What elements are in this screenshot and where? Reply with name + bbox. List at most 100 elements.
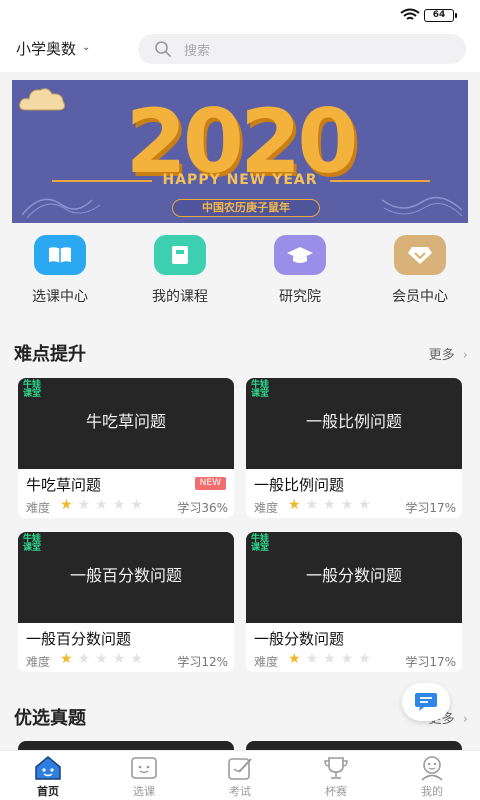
exam-icon xyxy=(228,758,252,780)
course-name: 一般比例问题 xyxy=(254,476,345,494)
star-empty-icon: ★ xyxy=(95,497,108,513)
status-bar: 64 xyxy=(0,0,480,30)
quick-link-my-courses[interactable]: 我的课程 xyxy=(120,230,240,314)
star-filled-icon: ★ xyxy=(60,651,73,667)
more-label: 更多 xyxy=(428,348,455,363)
star-empty-icon: ★ xyxy=(77,651,91,667)
tab-label: 首页 xyxy=(37,785,59,798)
chat-icon xyxy=(415,693,437,711)
tab-cup-contest[interactable]: 杯赛 xyxy=(288,751,384,800)
search-input[interactable]: 搜索 xyxy=(138,34,466,64)
chat-button[interactable] xyxy=(402,683,450,721)
chevron-down-icon: ⌄ xyxy=(82,42,91,53)
star-empty-icon: ★ xyxy=(130,651,143,667)
tab-label: 考试 xyxy=(229,785,251,798)
difficulty-label: 难度 xyxy=(26,501,51,515)
home-icon xyxy=(35,756,61,780)
difficulty-rating: ★ ★ ★ ★ ★ xyxy=(60,497,143,513)
profile-icon xyxy=(421,756,443,781)
course-card[interactable]: 牛娃课堂 一般比例问题 一般比例问题 难度 ★ ★ ★ ★ ★ 学习17% xyxy=(246,378,462,518)
battery-indicator: 64 xyxy=(424,9,457,22)
difficulty-rating: ★ ★ ★ ★ ★ xyxy=(60,651,143,667)
course-card[interactable]: 牛娃课堂 一般分数问题 一般分数问题 难度 ★ ★ ★ ★ ★ 学习17% xyxy=(246,532,462,672)
course-card[interactable]: 牛娃课堂 一般百分数问题 一般百分数问题 难度 ★ ★ ★ ★ ★ 学习12% xyxy=(18,532,234,672)
chevron-right-icon: › xyxy=(462,348,468,363)
graduation-cap-icon xyxy=(274,235,326,275)
course-thumbnail: 牛娃课堂 一般百分数问题 xyxy=(18,532,234,623)
course-progress: 学习12% xyxy=(177,655,228,669)
quick-links: 选课中心 我的课程 研究院 会员中心 xyxy=(0,230,480,314)
course-progress: 学习36% xyxy=(177,501,228,515)
star-empty-icon: ★ xyxy=(112,497,126,513)
quick-link-label: 会员中心 xyxy=(392,289,448,305)
difficulty-rating: ★ ★ ★ ★ ★ xyxy=(288,497,371,513)
course-progress: 学习17% xyxy=(405,501,456,515)
course-logo: 牛娃课堂 xyxy=(23,380,42,399)
course-name: 一般百分数问题 xyxy=(26,630,132,648)
search-icon xyxy=(155,41,171,57)
course-name: 一般分数问题 xyxy=(254,630,345,648)
top-bar: 小学奥数 ⌄ 搜索 xyxy=(0,30,480,72)
star-empty-icon: ★ xyxy=(340,497,354,513)
quick-link-label: 研究院 xyxy=(279,289,321,305)
course-thumbnail: 牛娃课堂 牛吃草问题 xyxy=(18,378,234,469)
star-empty-icon: ★ xyxy=(130,497,143,513)
banner-headline: HAPPY NEW YEAR xyxy=(162,172,318,188)
star-empty-icon: ★ xyxy=(358,497,371,513)
course-thumbnail: 牛娃课堂 一般比例问题 xyxy=(246,378,462,469)
notebook-icon xyxy=(154,235,206,275)
course-logo: 牛娃课堂 xyxy=(251,534,270,553)
star-empty-icon: ★ xyxy=(358,651,371,667)
star-empty-icon: ★ xyxy=(95,651,108,667)
star-filled-icon: ★ xyxy=(60,497,73,513)
difficulty-rating: ★ ★ ★ ★ ★ xyxy=(288,651,371,667)
diamond-icon xyxy=(394,235,446,275)
course-logo: 牛娃课堂 xyxy=(23,534,42,553)
tab-label: 杯赛 xyxy=(325,785,347,798)
course-name: 牛吃草问题 xyxy=(26,476,102,494)
tab-label: 我的 xyxy=(421,785,443,798)
subject-selector[interactable]: 小学奥数 ⌄ xyxy=(16,38,90,59)
promo-banner[interactable]: 2020 HAPPY NEW YEAR 中国农历庚子鼠年 xyxy=(12,80,468,223)
course-thumbnail-title: 一般分数问题 xyxy=(305,566,402,585)
star-empty-icon: ★ xyxy=(305,651,319,667)
book-icon xyxy=(34,235,86,275)
difficulty-label: 难度 xyxy=(254,655,279,669)
course-thumbnail-title: 一般百分数问题 xyxy=(69,566,182,585)
course-thumbnail-title: 一般比例问题 xyxy=(305,412,402,431)
tab-course-select[interactable]: 选课 xyxy=(96,751,192,800)
course-select-icon xyxy=(131,757,157,779)
star-empty-icon: ★ xyxy=(323,651,336,667)
quick-link-institute[interactable]: 研究院 xyxy=(240,230,360,314)
star-empty-icon: ★ xyxy=(323,497,336,513)
quick-link-course-center[interactable]: 选课中心 xyxy=(0,230,120,314)
star-filled-icon: ★ xyxy=(288,651,301,667)
section-title-difficulty: 难点提升 xyxy=(14,344,86,365)
wifi-icon xyxy=(400,8,420,20)
star-empty-icon: ★ xyxy=(112,651,126,667)
star-empty-icon: ★ xyxy=(305,497,319,513)
subject-label: 小学奥数 xyxy=(16,40,77,58)
tab-home[interactable]: 首页 xyxy=(0,751,96,800)
chevron-right-icon: › xyxy=(462,712,468,727)
tab-label: 选课 xyxy=(133,785,155,798)
course-thumbnail: 牛娃课堂 一般分数问题 xyxy=(246,532,462,623)
section-title-featured: 优选真题 xyxy=(14,708,86,729)
quick-link-membership[interactable]: 会员中心 xyxy=(360,230,480,314)
tab-exam[interactable]: 考试 xyxy=(192,751,288,800)
search-placeholder: 搜索 xyxy=(184,43,211,59)
difficulty-label: 难度 xyxy=(254,501,279,515)
tab-profile[interactable]: 我的 xyxy=(384,751,480,800)
course-card[interactable]: 牛娃课堂 牛吃草问题 牛吃草问题 NEW 难度 ★ ★ ★ ★ ★ 学习36% xyxy=(18,378,234,518)
course-logo: 牛娃课堂 xyxy=(251,380,270,399)
quick-link-label: 选课中心 xyxy=(32,289,88,305)
bottom-tab-bar: 首页 选课 考试 杯赛 我的 xyxy=(0,750,480,800)
star-empty-icon: ★ xyxy=(77,497,91,513)
course-thumbnail-title: 牛吃草问题 xyxy=(85,412,166,431)
more-link-difficulty[interactable]: 更多 › xyxy=(429,344,468,363)
course-progress: 学习17% xyxy=(405,655,456,669)
star-filled-icon: ★ xyxy=(288,497,301,513)
banner-tag: 中国农历庚子鼠年 xyxy=(172,199,320,217)
new-badge: NEW xyxy=(194,477,226,490)
star-empty-icon: ★ xyxy=(340,651,354,667)
